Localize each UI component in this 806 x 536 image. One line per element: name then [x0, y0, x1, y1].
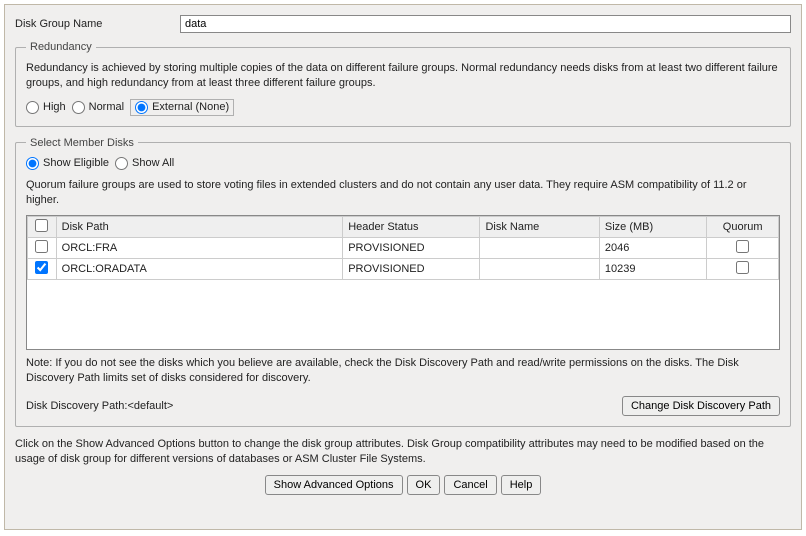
redundancy-legend: Redundancy [26, 41, 96, 53]
cell-disk-path: ORCL:ORADATA [56, 259, 343, 280]
redundancy-normal-radio[interactable] [72, 101, 85, 114]
col-header-status[interactable]: Header Status [343, 217, 480, 238]
col-size-mb[interactable]: Size (MB) [599, 217, 706, 238]
cell-disk-name [480, 238, 599, 259]
col-quorum[interactable]: Quorum [707, 217, 779, 238]
help-button[interactable]: Help [501, 475, 542, 495]
cell-disk-path: ORCL:FRA [56, 238, 343, 259]
show-all-label: Show All [132, 157, 174, 169]
select-all-checkbox[interactable] [35, 219, 48, 232]
table-row[interactable]: ORCL:FRAPROVISIONED 2046 [28, 238, 779, 259]
quorum-description: Quorum failure groups are used to store … [26, 178, 780, 208]
disk-discovery-path-text: Disk Discovery Path:<default> [26, 400, 173, 412]
show-all-option[interactable]: Show All [115, 157, 174, 170]
discovery-note: Note: If you do not see the disks which … [26, 356, 780, 386]
redundancy-description: Redundancy is achieved by storing multip… [26, 61, 780, 91]
redundancy-external-option[interactable]: External (None) [130, 99, 234, 116]
cell-size-mb: 10239 [599, 259, 706, 280]
row-select-checkbox[interactable] [35, 261, 48, 274]
redundancy-high-label: High [43, 101, 66, 113]
dialog-panel: Disk Group Name Redundancy Redundancy is… [4, 4, 802, 530]
footer-description: Click on the Show Advanced Options butto… [15, 437, 791, 467]
cell-header-status: PROVISIONED [343, 238, 480, 259]
cell-header-status: PROVISIONED [343, 259, 480, 280]
show-eligible-radio[interactable] [26, 157, 39, 170]
member-disks-fieldset: Select Member Disks Show Eligible Show A… [15, 137, 791, 427]
show-advanced-options-button[interactable]: Show Advanced Options [265, 475, 403, 495]
redundancy-external-radio[interactable] [135, 101, 148, 114]
redundancy-normal-label: Normal [89, 101, 124, 113]
col-disk-name[interactable]: Disk Name [480, 217, 599, 238]
disk-table: Disk Path Header Status Disk Name Size (… [27, 216, 779, 280]
cancel-button[interactable]: Cancel [444, 475, 496, 495]
disk-table-container: Disk Path Header Status Disk Name Size (… [26, 215, 780, 350]
redundancy-fieldset: Redundancy Redundancy is achieved by sto… [15, 41, 791, 127]
redundancy-high-radio[interactable] [26, 101, 39, 114]
ok-button[interactable]: OK [407, 475, 441, 495]
redundancy-high-option[interactable]: High [26, 101, 66, 114]
disk-group-name-input[interactable] [180, 15, 791, 33]
change-disk-discovery-path-button[interactable]: Change Disk Discovery Path [622, 396, 780, 416]
row-quorum-checkbox[interactable] [736, 240, 749, 253]
table-row[interactable]: ORCL:ORADATAPROVISIONED 10239 [28, 259, 779, 280]
cell-disk-name [480, 259, 599, 280]
cell-size-mb: 2046 [599, 238, 706, 259]
col-disk-path[interactable]: Disk Path [56, 217, 343, 238]
show-all-radio[interactable] [115, 157, 128, 170]
member-disks-legend: Select Member Disks [26, 137, 138, 149]
redundancy-external-label: External (None) [152, 101, 229, 113]
row-select-checkbox[interactable] [35, 240, 48, 253]
row-quorum-checkbox[interactable] [736, 261, 749, 274]
show-eligible-option[interactable]: Show Eligible [26, 157, 109, 170]
redundancy-normal-option[interactable]: Normal [72, 101, 124, 114]
show-eligible-label: Show Eligible [43, 157, 109, 169]
disk-group-name-label: Disk Group Name [15, 18, 180, 30]
